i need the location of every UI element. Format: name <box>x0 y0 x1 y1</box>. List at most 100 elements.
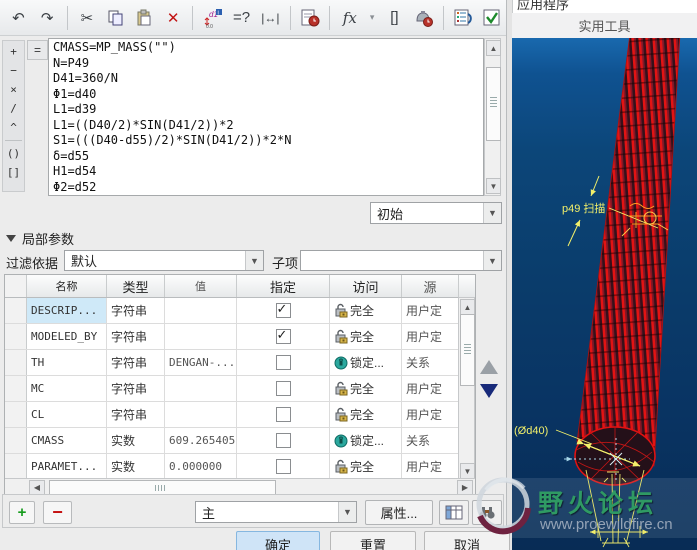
tab-applications[interactable]: 应用程序 <box>517 0 569 13</box>
function-dropdown[interactable]: ▾ <box>364 3 380 32</box>
param-value-cell[interactable] <box>165 298 237 323</box>
column-header[interactable]: 值 <box>165 275 237 297</box>
param-access-cell[interactable]: 锁定... <box>330 428 402 453</box>
operator-button[interactable]: × <box>3 80 24 99</box>
param-designate-cell[interactable] <box>237 402 330 427</box>
table-hscroll-thumb[interactable] <box>49 480 276 495</box>
3d-viewport[interactable]: p49 扫描 (Ød40) <box>512 38 697 550</box>
param-name-cell[interactable]: MC <box>27 376 107 401</box>
param-name-cell[interactable]: CMASS <box>27 428 107 453</box>
local-params-header[interactable]: 局部参数 <box>6 229 74 248</box>
designate-checkbox[interactable] <box>275 407 291 422</box>
param-value-cell[interactable]: DENGAN-... <box>165 350 237 375</box>
designate-checkbox[interactable] <box>275 301 291 318</box>
param-access-cell[interactable]: 锁定... <box>330 350 402 375</box>
param-value-cell[interactable]: 0.000000 <box>165 454 237 479</box>
editor-scrollbar[interactable]: ▲ ▼ <box>484 38 501 196</box>
equals-button[interactable]: = <box>27 40 48 60</box>
param-value-cell[interactable] <box>165 324 237 349</box>
row-gutter[interactable] <box>5 350 27 375</box>
operator-button[interactable]: + <box>3 42 24 61</box>
move-down-button[interactable] <box>480 384 498 398</box>
param-type-cell[interactable]: 字符串 <box>107 324 165 349</box>
column-header[interactable]: 名称 <box>27 275 107 297</box>
table-row[interactable]: DESCRIP...字符串 完全用户定 <box>5 298 475 324</box>
param-designate-cell[interactable] <box>237 298 330 323</box>
param-designate-cell[interactable] <box>237 376 330 401</box>
table-scroll-thumb[interactable] <box>460 314 475 386</box>
bell-history-button[interactable] <box>409 3 438 32</box>
stage-select[interactable]: 初始 ▼ <box>370 202 502 224</box>
table-hscrollbar[interactable]: ◀ ▶ <box>5 478 475 495</box>
param-name-cell[interactable]: MODELED_BY <box>27 324 107 349</box>
param-source-cell[interactable]: 关系 <box>402 428 459 453</box>
unit-brackets-button[interactable]: [] <box>380 3 409 32</box>
param-access-cell[interactable]: 完全 <box>330 298 402 323</box>
delete-button[interactable]: ✕ <box>159 3 188 32</box>
param-designate-cell[interactable] <box>237 454 330 479</box>
designate-checkbox[interactable] <box>275 433 291 448</box>
editor-scroll-thumb[interactable] <box>486 67 501 141</box>
operator-button[interactable]: / <box>3 99 24 118</box>
row-gutter[interactable] <box>5 402 27 427</box>
param-value-cell[interactable] <box>165 376 237 401</box>
table-scrollbar[interactable]: ▲ ▼ <box>458 297 475 481</box>
evaluate-button[interactable]: =? <box>227 3 256 32</box>
cut-button[interactable]: ✂ <box>72 3 101 32</box>
param-access-cell[interactable]: 完全 <box>330 376 402 401</box>
designate-checkbox[interactable] <box>275 381 291 396</box>
table-row[interactable]: CMASS 实数 609.265405 锁定... 关系 <box>5 428 475 454</box>
param-designate-cell[interactable] <box>237 324 330 349</box>
show-list-button[interactable] <box>449 3 478 32</box>
relations-editor[interactable]: CMASS=MP_MASS("") N=P49 D41=360/N Φ1=d40… <box>48 38 484 196</box>
param-source-cell[interactable]: 用户定 <box>402 402 459 427</box>
columns-button[interactable] <box>439 500 469 525</box>
chevron-down-icon[interactable]: ▼ <box>483 203 501 223</box>
param-type-cell[interactable]: 实数 <box>107 454 165 479</box>
table-row[interactable]: MODELED_BY字符串 完全用户定 <box>5 324 475 350</box>
table-row[interactable]: CL 字符串 完全 用户定 <box>5 402 475 428</box>
scroll-up-icon[interactable]: ▲ <box>486 40 501 56</box>
operator-button[interactable]: [] <box>3 163 24 182</box>
designate-checkbox[interactable] <box>275 327 291 344</box>
add-parameter-button[interactable]: + <box>9 501 35 524</box>
param-type-cell[interactable]: 实数 <box>107 428 165 453</box>
properties-button[interactable]: 属性... <box>365 500 433 525</box>
subitem-select[interactable]: ▼ <box>300 250 502 271</box>
param-value-cell[interactable] <box>165 402 237 427</box>
operator-button[interactable]: − <box>3 61 24 80</box>
param-type-cell[interactable]: 字符串 <box>107 402 165 427</box>
param-source-cell[interactable]: 用户定 <box>402 298 459 323</box>
verify-button[interactable] <box>477 3 506 32</box>
copy-button[interactable] <box>101 3 130 32</box>
operator-button[interactable]: ^ <box>3 118 24 137</box>
param-source-cell[interactable]: 用户定 <box>402 376 459 401</box>
param-access-cell[interactable]: 完全 <box>330 324 402 349</box>
move-up-button[interactable] <box>480 360 498 374</box>
reset-button[interactable]: 重置 <box>330 531 416 550</box>
regenerate-button[interactable] <box>296 3 325 32</box>
param-name-cell[interactable]: DESCRIP... <box>27 298 107 323</box>
column-header[interactable]: 访问 <box>330 275 402 297</box>
scroll-down-icon[interactable]: ▼ <box>486 178 501 194</box>
designate-checkbox[interactable] <box>275 355 291 370</box>
param-name-cell[interactable]: CL <box>27 402 107 427</box>
row-gutter[interactable] <box>5 324 27 349</box>
chevron-down-icon[interactable]: ▼ <box>483 251 501 270</box>
param-value-cell[interactable]: 609.265405 <box>165 428 237 453</box>
table-row[interactable]: PARAMET... 实数 0.000000 完全 用户定 <box>5 454 475 480</box>
row-gutter[interactable] <box>5 298 27 323</box>
redo-button[interactable]: ↷ <box>33 3 62 32</box>
measure-button[interactable]: |↔| <box>256 3 285 32</box>
column-header[interactable]: 指定 <box>237 275 330 297</box>
param-source-cell[interactable]: 用户定 <box>402 324 459 349</box>
row-gutter[interactable] <box>5 428 27 453</box>
operator-button[interactable]: () <box>3 144 24 163</box>
group-select[interactable]: 主 ▼ <box>195 501 357 523</box>
param-type-cell[interactable]: 字符串 <box>107 376 165 401</box>
param-type-cell[interactable]: 字符串 <box>107 298 165 323</box>
param-source-cell[interactable]: 用户定 <box>402 454 459 479</box>
chevron-down-icon[interactable]: ▼ <box>245 251 263 270</box>
column-header[interactable]: 类型 <box>107 275 165 297</box>
row-gutter[interactable] <box>5 454 27 479</box>
